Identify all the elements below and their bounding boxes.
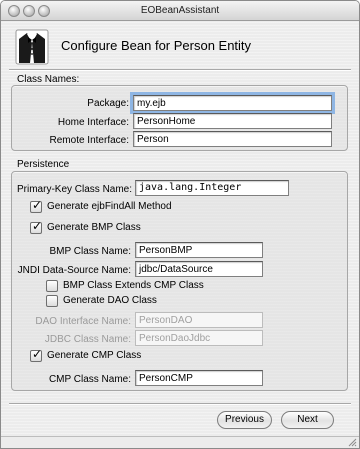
checkbox-box[interactable]: [46, 295, 58, 307]
checkmark-icon: ✓: [32, 198, 43, 212]
remote-interface-label: Remote Interface:: [49, 135, 129, 146]
generate-dao-label: Generate DAO Class: [63, 295, 157, 306]
tuxedo-bean-icon: [15, 29, 49, 65]
next-button[interactable]: Next: [281, 411, 334, 429]
bmp-extends-cmp-label: BMP Class Extends CMP Class: [63, 280, 204, 291]
bmp-class-name-label: BMP Class Name:: [49, 246, 131, 257]
checkbox-box[interactable]: ✓: [30, 198, 43, 213]
cmp-class-name-label: CMP Class Name:: [48, 374, 131, 385]
jdbc-class-name-field: PersonDaoJdbc: [135, 330, 263, 346]
assistant-window: EOBeanAssistant Configure Bean for Perso…: [0, 0, 360, 449]
dao-interface-name-field: PersonDAO: [135, 312, 263, 328]
generate-cmp-label: Generate CMP Class: [47, 350, 142, 361]
dao-interface-name-label: DAO Interface Name:: [35, 316, 131, 327]
header-divider: [9, 69, 351, 71]
remote-interface-field[interactable]: Person: [133, 131, 332, 147]
status-bar: [1, 436, 359, 448]
primary-key-label: Primary-Key Class Name:: [17, 184, 133, 195]
bmp-class-name-field[interactable]: PersonBMP: [135, 242, 263, 258]
package-field[interactable]: my.ejb: [130, 92, 335, 114]
checkmark-icon: ✓: [32, 347, 43, 361]
home-interface-label: Home Interface:: [57, 117, 129, 128]
checkbox-box[interactable]: ✓: [30, 347, 43, 362]
page-title: Configure Bean for Person Entity: [61, 38, 252, 53]
generate-findall-label: Generate ejbFindAll Method: [47, 201, 172, 212]
jdbc-class-name-label: JDBC Class Name:: [44, 334, 131, 345]
page-header: Configure Bean for Person Entity: [15, 27, 345, 67]
checkmark-icon: ✓: [32, 219, 43, 233]
package-label: Package:: [87, 98, 129, 109]
cmp-class-name-field[interactable]: PersonCMP: [135, 370, 263, 386]
previous-button[interactable]: Previous: [217, 411, 272, 429]
resize-handle-icon[interactable]: [347, 437, 357, 447]
primary-key-field[interactable]: java.lang.Integer: [135, 180, 289, 196]
checkbox-box[interactable]: ✓: [30, 219, 43, 234]
title-bar: EOBeanAssistant: [1, 1, 359, 21]
generate-bmp-label: Generate BMP Class: [47, 222, 141, 233]
checkbox-box[interactable]: [46, 280, 58, 292]
window-title: EOBeanAssistant: [140, 5, 220, 16]
jndi-data-source-field[interactable]: jdbc/DataSource: [135, 261, 263, 277]
home-interface-field[interactable]: PersonHome: [133, 113, 332, 129]
jndi-data-source-label: JNDI Data-Source Name:: [17, 265, 131, 276]
class-names-group-label: Class Names:: [17, 74, 80, 85]
footer-divider: [9, 403, 351, 405]
persistence-group-label: Persistence: [17, 159, 70, 170]
